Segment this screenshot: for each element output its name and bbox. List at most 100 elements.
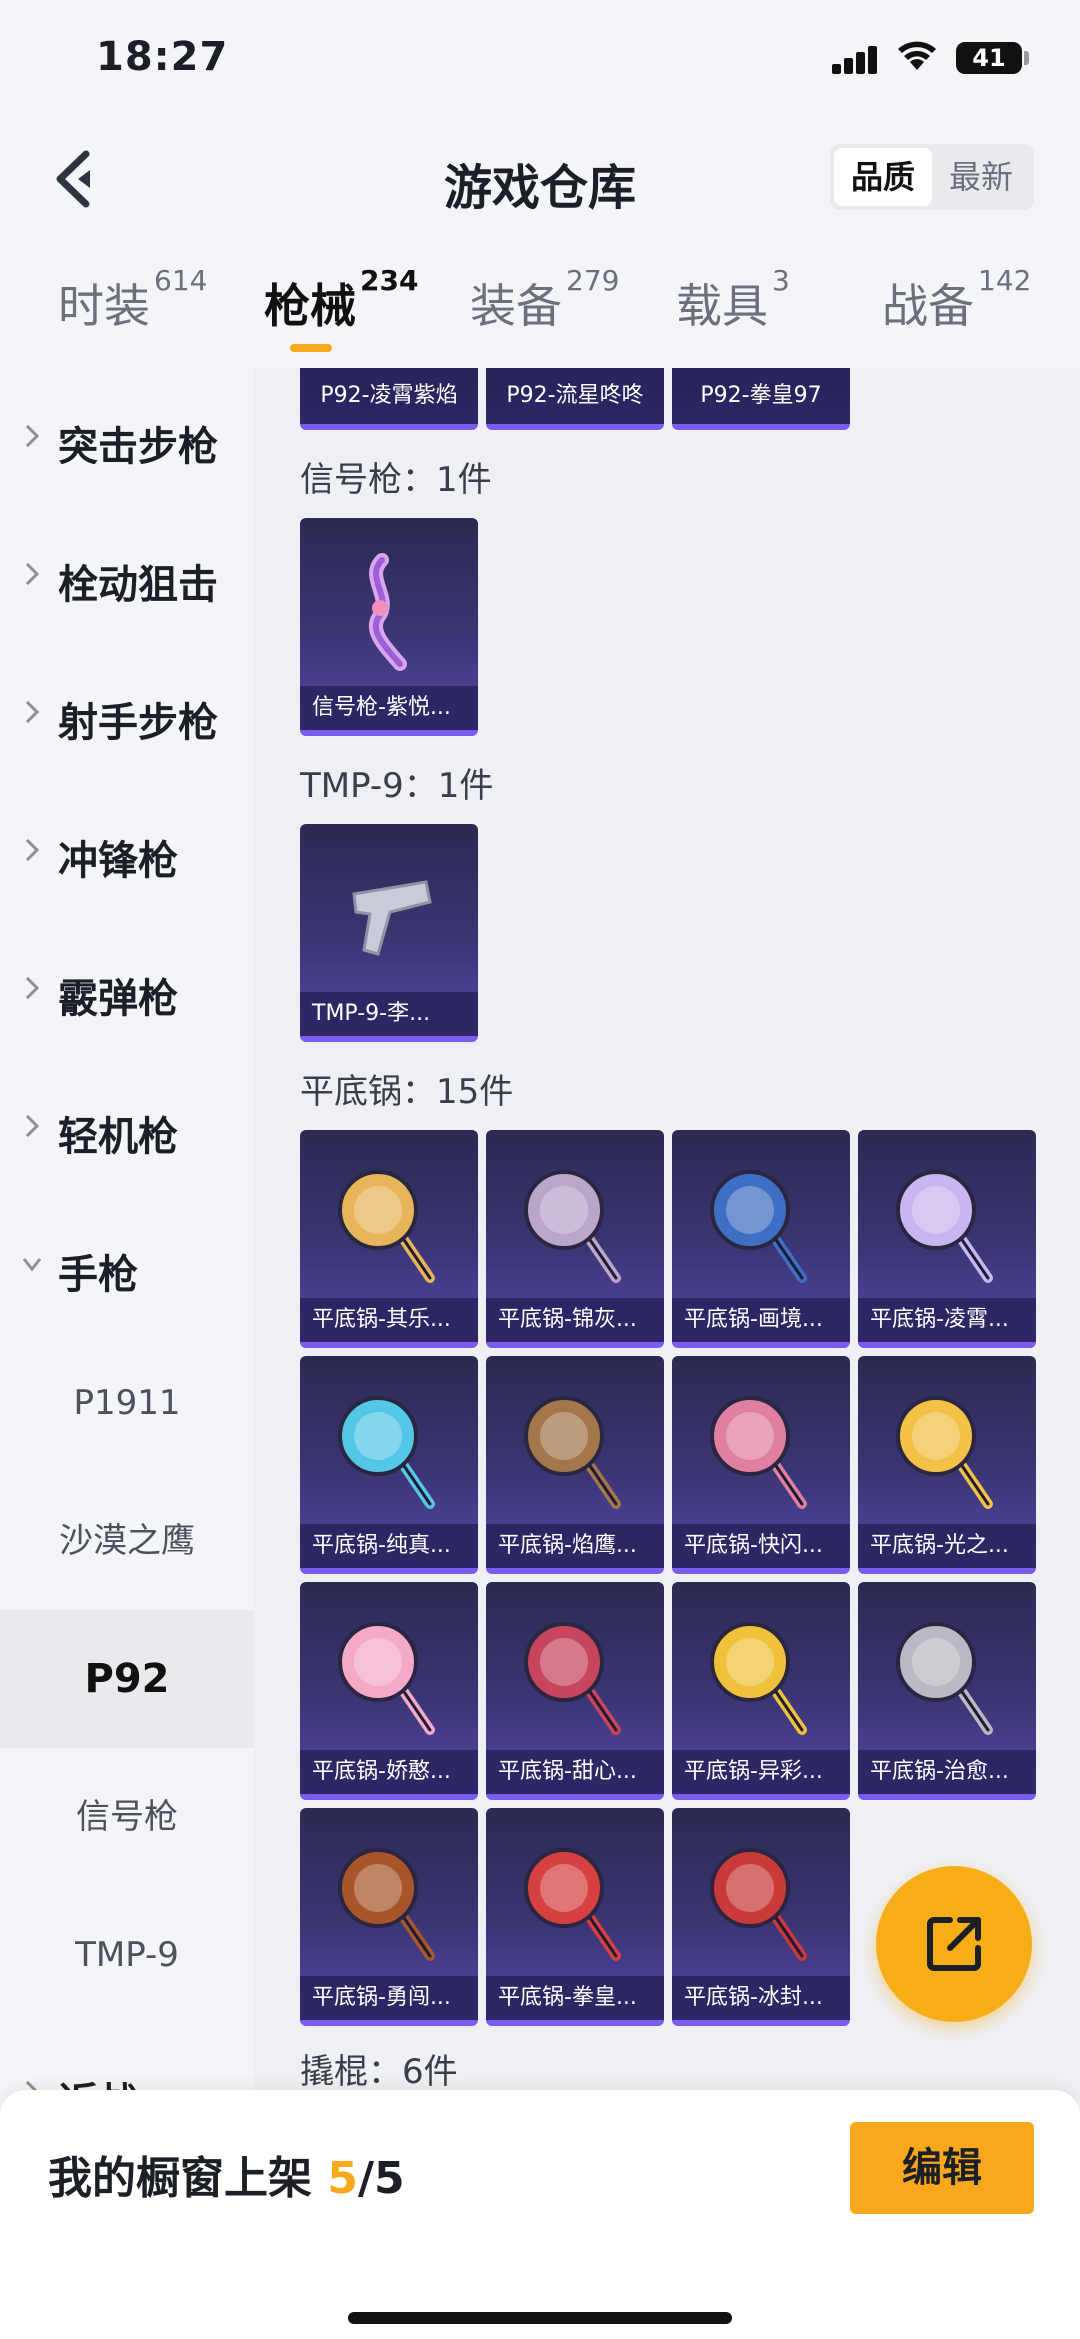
wifi-icon <box>898 41 936 70</box>
sidebar-item-lmg[interactable]: 轻机枪 <box>0 1058 254 1196</box>
tab-equipment[interactable]: 装备 279 <box>470 264 619 336</box>
flare-gun-skin-image <box>369 553 407 671</box>
item-card[interactable]: TMP-9-李... <box>300 824 478 1042</box>
frying-pan-skin-image <box>710 1396 807 1509</box>
sidebar-item-melee[interactable]: 近战 <box>0 2024 254 2100</box>
edit-button[interactable]: 编辑 <box>850 2122 1034 2214</box>
status-time: 18:27 <box>96 34 229 80</box>
item-name: 平底锅-光之... <box>858 1524 1036 1568</box>
section-title-flare: 信号枪：1件 <box>300 460 492 500</box>
section-title-pan: 平底锅：15件 <box>300 1072 514 1112</box>
item-name: 信号枪-紫悦... <box>300 686 478 730</box>
sidebar-item-label: 射手步枪 <box>58 700 218 746</box>
sidebar-item-label: 手枪 <box>58 1252 138 1298</box>
tab-label: 时装 <box>58 279 150 333</box>
item-card[interactable]: 平底锅-拳皇... <box>486 1808 664 2026</box>
item-name: P92-流星咚咚 <box>486 368 664 424</box>
item-card[interactable]: P92-凌霄紫焰 <box>300 368 478 430</box>
sidebar-item-label: 霰弹枪 <box>58 976 178 1022</box>
item-name: P92-拳皇97 <box>672 368 850 424</box>
battery-icon: 41 <box>956 42 1022 74</box>
item-card[interactable]: 平底锅-凌霄... <box>858 1130 1036 1348</box>
item-card[interactable]: 平底锅-治愈... <box>858 1582 1036 1800</box>
chevron-right-icon <box>25 976 40 1000</box>
sort-quality-button[interactable]: 品质 <box>834 148 932 206</box>
item-card[interactable]: 平底锅-勇闯... <box>300 1808 478 2026</box>
showcase-bar: 我的橱窗上架 5/5 编辑 <box>0 2090 1080 2339</box>
sidebar-item-marksman-rifle[interactable]: 射手步枪 <box>0 644 254 782</box>
header: 游戏仓库 品质 最新 <box>0 120 1080 240</box>
tab-label: 枪械 <box>264 279 356 333</box>
item-name: 平底锅-娇憨... <box>300 1750 478 1794</box>
item-name: TMP-9-李... <box>300 992 478 1036</box>
sidebar-item-shotgun[interactable]: 霰弹枪 <box>0 920 254 1058</box>
frying-pan-skin-image <box>710 1170 807 1283</box>
section-title-tmp9: TMP-9：1件 <box>300 766 494 806</box>
frying-pan-skin-image <box>338 1170 435 1283</box>
tab-label: 战备 <box>882 279 974 333</box>
share-button[interactable] <box>876 1866 1032 2022</box>
tab-vehicles[interactable]: 载具 3 <box>676 264 790 336</box>
chevron-right-icon <box>25 424 40 448</box>
frying-pan-skin-image <box>338 1396 435 1509</box>
item-name: 平底锅-凌霄... <box>858 1298 1036 1342</box>
item-name: 平底锅-焰鹰... <box>486 1524 664 1568</box>
item-name: P92-凌霄紫焰 <box>300 368 478 424</box>
item-grid: P92-凌霄紫焰 P92-流星咚咚 P92-拳皇97 信号枪：1件 信号枪-紫悦… <box>254 368 1080 2100</box>
tab-supplies[interactable]: 战备 142 <box>882 264 1031 336</box>
frying-pan-skin-image <box>896 1396 993 1509</box>
item-card[interactable]: 平底锅-光之... <box>858 1356 1036 1574</box>
sidebar-subitem-p1911[interactable]: P1911 <box>0 1334 254 1472</box>
sidebar-item-label: 轻机枪 <box>58 1114 178 1160</box>
tab-count: 142 <box>978 264 1032 297</box>
tab-count: 279 <box>566 264 620 297</box>
item-name: 平底锅-勇闯... <box>300 1976 478 2020</box>
sidebar-item-assault-rifle[interactable]: 突击步枪 <box>0 368 254 506</box>
item-name: 平底锅-锦灰... <box>486 1298 664 1342</box>
chevron-down-icon <box>22 1258 42 1272</box>
sidebar-subitem-tmp9[interactable]: TMP-9 <box>0 1886 254 2024</box>
item-card[interactable]: 平底锅-冰封... <box>672 1808 850 2026</box>
tab-count: 234 <box>360 264 419 297</box>
chevron-right-icon <box>25 700 40 724</box>
frying-pan-skin-image <box>710 1622 807 1735</box>
sidebar-subitem-flare-gun[interactable]: 信号枪 <box>0 1748 254 1886</box>
item-name: 平底锅-纯真... <box>300 1524 478 1568</box>
item-card[interactable]: 平底锅-快闪... <box>672 1356 850 1574</box>
item-card[interactable]: 平底锅-异彩... <box>672 1582 850 1800</box>
frying-pan-skin-image <box>896 1622 993 1735</box>
sidebar-item-label: 栓动狙击 <box>58 562 218 608</box>
item-card[interactable]: 平底锅-锦灰... <box>486 1130 664 1348</box>
tab-label: 载具 <box>676 279 768 333</box>
category-tabs: 时装 614 枪械 234 装备 279 载具 3 战备 142 <box>0 240 1080 368</box>
sort-newest-button[interactable]: 最新 <box>932 148 1030 206</box>
tmp9-skin-image <box>352 880 432 956</box>
sidebar-subitem-desert-eagle[interactable]: 沙漠之鹰 <box>0 1472 254 1610</box>
item-card[interactable]: 平底锅-画境... <box>672 1130 850 1348</box>
tab-fashion[interactable]: 时装 614 <box>58 264 207 336</box>
frying-pan-skin-image <box>896 1170 993 1283</box>
item-card[interactable]: 平底锅-娇憨... <box>300 1582 478 1800</box>
tab-guns[interactable]: 枪械 234 <box>264 264 418 336</box>
chevron-right-icon <box>25 838 40 862</box>
item-card[interactable]: 平底锅-纯真... <box>300 1356 478 1574</box>
cellular-signal-icon <box>832 44 878 74</box>
tab-count: 614 <box>154 264 208 297</box>
item-card[interactable]: P92-流星咚咚 <box>486 368 664 430</box>
status-bar: 18:27 41 <box>0 0 1080 120</box>
item-card[interactable]: P92-拳皇97 <box>672 368 850 430</box>
showcase-text: 我的橱窗上架 <box>48 2153 312 2204</box>
item-card[interactable]: 信号枪-紫悦... <box>300 518 478 736</box>
frying-pan-skin-image <box>710 1848 807 1961</box>
item-name: 平底锅-画境... <box>672 1298 850 1342</box>
item-card[interactable]: 平底锅-其乐... <box>300 1130 478 1348</box>
sidebar-subitem-p92[interactable]: P92 <box>0 1610 254 1748</box>
item-name: 平底锅-其乐... <box>300 1298 478 1342</box>
item-card[interactable]: 平底锅-甜心... <box>486 1582 664 1800</box>
frying-pan-skin-image <box>338 1622 435 1735</box>
sidebar-item-pistol[interactable]: 手枪 <box>0 1196 254 1334</box>
tab-label: 装备 <box>470 279 562 333</box>
sidebar-item-smg[interactable]: 冲锋枪 <box>0 782 254 920</box>
sidebar-item-bolt-sniper[interactable]: 栓动狙击 <box>0 506 254 644</box>
item-card[interactable]: 平底锅-焰鹰... <box>486 1356 664 1574</box>
